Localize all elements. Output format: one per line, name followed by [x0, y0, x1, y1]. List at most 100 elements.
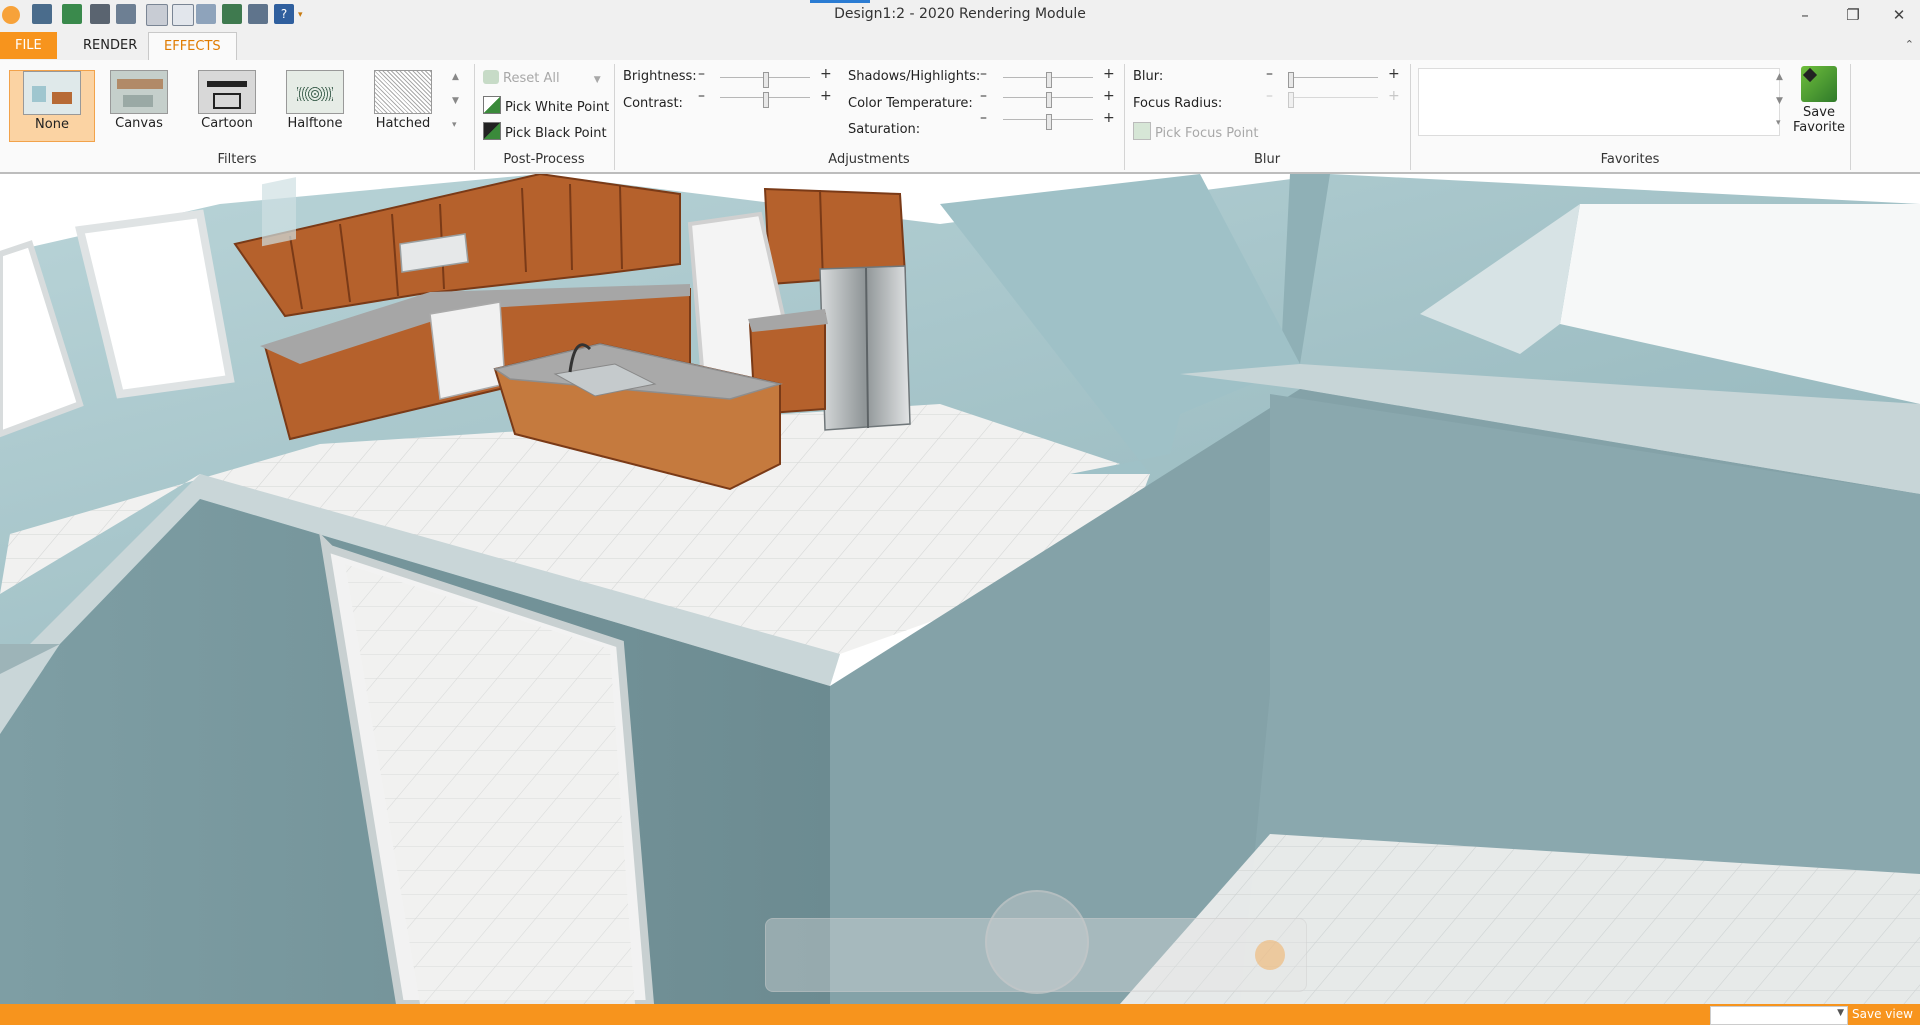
pick-white-point-button[interactable]: Pick White Point	[483, 96, 609, 115]
focus-radius-increase-button[interactable]: +	[1388, 88, 1400, 104]
pick-black-point-label: Pick Black Point	[505, 126, 607, 141]
adjustments-group-label: Adjustments	[828, 152, 910, 167]
title-bar: ? ▾ Design1:2 - 2020 Rendering Module – …	[0, 0, 1920, 30]
status-bar: ▼ Save view	[0, 1004, 1920, 1025]
ribbon: None Canvas Cartoon Halftone Hatched ▲ ▼…	[0, 60, 1920, 174]
color-temperature-decrease-button[interactable]: –	[980, 88, 987, 104]
contrast-decrease-button[interactable]: –	[698, 88, 705, 104]
collapse-ribbon-icon[interactable]: ⌃	[1905, 38, 1914, 51]
window-title: Design1:2 - 2020 Rendering Module	[834, 6, 1086, 22]
blur-group-label: Blur	[1253, 152, 1281, 167]
filter-canvas-thumbnail	[110, 70, 168, 114]
shadows-highlights-decrease-button[interactable]: –	[980, 66, 987, 82]
tab-effects[interactable]: EFFECTS	[148, 32, 237, 61]
dropdown-arrow-icon: ▼	[1837, 1008, 1844, 1018]
pick-white-point-label: Pick White Point	[505, 100, 610, 115]
eyedropper-white-icon	[483, 96, 501, 114]
close-button[interactable]: ✕	[1884, 4, 1914, 26]
color-temperature-increase-button[interactable]: +	[1103, 88, 1115, 104]
brightness-increase-button[interactable]: +	[820, 66, 832, 82]
filter-cartoon[interactable]: Cartoon	[185, 70, 269, 140]
focus-radius-slider[interactable]	[1288, 92, 1378, 108]
reset-dropdown-icon: ▼	[593, 75, 601, 85]
restore-button[interactable]: ❐	[1838, 4, 1868, 26]
render-viewport[interactable]	[0, 174, 1920, 1004]
filter-none-label: None	[35, 117, 69, 132]
separator	[1850, 64, 1851, 170]
shadows-highlights-label: Shadows/Highlights:	[848, 69, 981, 84]
blur-label: Blur:	[1133, 69, 1164, 84]
favorites-expand-icon[interactable]: ▾	[1776, 118, 1781, 128]
filter-cartoon-thumbnail	[198, 70, 256, 114]
kitchen-3d-render	[0, 174, 1920, 1004]
saturation-label: Saturation:	[848, 122, 921, 137]
favorites-scroll-down-icon[interactable]: ▼	[1776, 96, 1783, 106]
camera-capture-icon[interactable]	[1255, 940, 1285, 970]
save-view-button[interactable]: Save view	[1852, 1007, 1913, 1021]
reset-all-label: Reset All	[503, 71, 560, 86]
pick-focus-point-label: Pick Focus Point	[1155, 126, 1259, 141]
color-temperature-slider[interactable]	[1003, 92, 1093, 108]
navigation-wheel[interactable]	[985, 890, 1089, 994]
brightness-slider[interactable]	[720, 72, 810, 88]
favorites-group-label: Favorites	[1600, 152, 1660, 167]
eyedropper-focus-icon	[1133, 122, 1151, 140]
favorites-scroll-up-icon[interactable]: ▲	[1776, 72, 1783, 82]
save-favorite-label-line2: Favorite	[1793, 120, 1845, 135]
filter-hatched-thumbnail	[374, 70, 432, 114]
filters-scroll-down-icon[interactable]: ▼	[452, 96, 459, 106]
tab-file[interactable]: FILE	[0, 32, 57, 59]
filter-none-thumbnail	[23, 71, 81, 115]
eyedropper-black-icon	[483, 122, 501, 140]
filter-cartoon-label: Cartoon	[201, 116, 253, 131]
title-accent	[810, 0, 870, 3]
focus-radius-decrease-button[interactable]: –	[1266, 88, 1273, 104]
shadows-highlights-increase-button[interactable]: +	[1103, 66, 1115, 82]
pick-focus-point-button[interactable]: Pick Focus Point	[1133, 122, 1259, 141]
filter-hatched[interactable]: Hatched	[361, 70, 445, 140]
filter-halftone[interactable]: Halftone	[273, 70, 357, 140]
saturation-slider-thumb[interactable]	[1046, 114, 1052, 130]
blur-slider[interactable]	[1288, 72, 1378, 88]
color-temperature-slider-thumb[interactable]	[1046, 92, 1052, 108]
save-favorite-icon	[1801, 66, 1837, 102]
blur-increase-button[interactable]: +	[1388, 66, 1400, 82]
color-temperature-label: Color Temperature:	[848, 96, 973, 111]
favorites-gallery[interactable]	[1418, 68, 1780, 136]
contrast-slider[interactable]	[720, 92, 810, 108]
filters-group-label: Filters	[217, 152, 257, 167]
pick-black-point-button[interactable]: Pick Black Point	[483, 122, 607, 141]
filters-scroll-up-icon[interactable]: ▲	[452, 72, 459, 82]
saturation-increase-button[interactable]: +	[1103, 110, 1115, 126]
brightness-decrease-button[interactable]: –	[698, 66, 705, 82]
filter-halftone-label: Halftone	[287, 116, 343, 131]
brightness-slider-thumb[interactable]	[763, 72, 769, 88]
filter-halftone-thumbnail	[286, 70, 344, 114]
post-process-group-label: Post-Process	[503, 152, 585, 167]
brightness-label: Brightness:	[623, 69, 697, 84]
save-favorite-label-line1: Save	[1803, 105, 1835, 120]
shadows-highlights-slider[interactable]	[1003, 72, 1093, 88]
ribbon-tabs: FILE RENDER EFFECTS ⌃	[0, 30, 1920, 61]
filter-none[interactable]: None	[9, 70, 95, 142]
minimize-button[interactable]: –	[1790, 4, 1820, 26]
filter-canvas[interactable]: Canvas	[97, 70, 181, 140]
filter-hatched-label: Hatched	[375, 116, 431, 131]
saturation-decrease-button[interactable]: –	[980, 110, 987, 126]
save-favorite-button[interactable]: Save Favorite	[1790, 66, 1848, 135]
filters-expand-icon[interactable]: ▾	[452, 120, 457, 130]
contrast-label: Contrast:	[623, 96, 683, 111]
tab-render[interactable]: RENDER	[68, 32, 152, 59]
contrast-slider-thumb[interactable]	[763, 92, 769, 108]
shadows-highlights-slider-thumb[interactable]	[1046, 72, 1052, 88]
reset-icon	[483, 70, 499, 84]
contrast-increase-button[interactable]: +	[820, 88, 832, 104]
blur-decrease-button[interactable]: –	[1266, 66, 1273, 82]
reset-all-button[interactable]: Reset All ▼	[483, 70, 601, 86]
saturation-slider[interactable]	[1003, 114, 1093, 130]
focus-radius-label: Focus Radius:	[1133, 96, 1223, 111]
saved-views-dropdown[interactable]: ▼	[1710, 1006, 1848, 1025]
filter-canvas-label: Canvas	[115, 116, 163, 131]
focus-radius-slider-thumb[interactable]	[1288, 92, 1294, 108]
blur-slider-thumb[interactable]	[1288, 72, 1294, 88]
